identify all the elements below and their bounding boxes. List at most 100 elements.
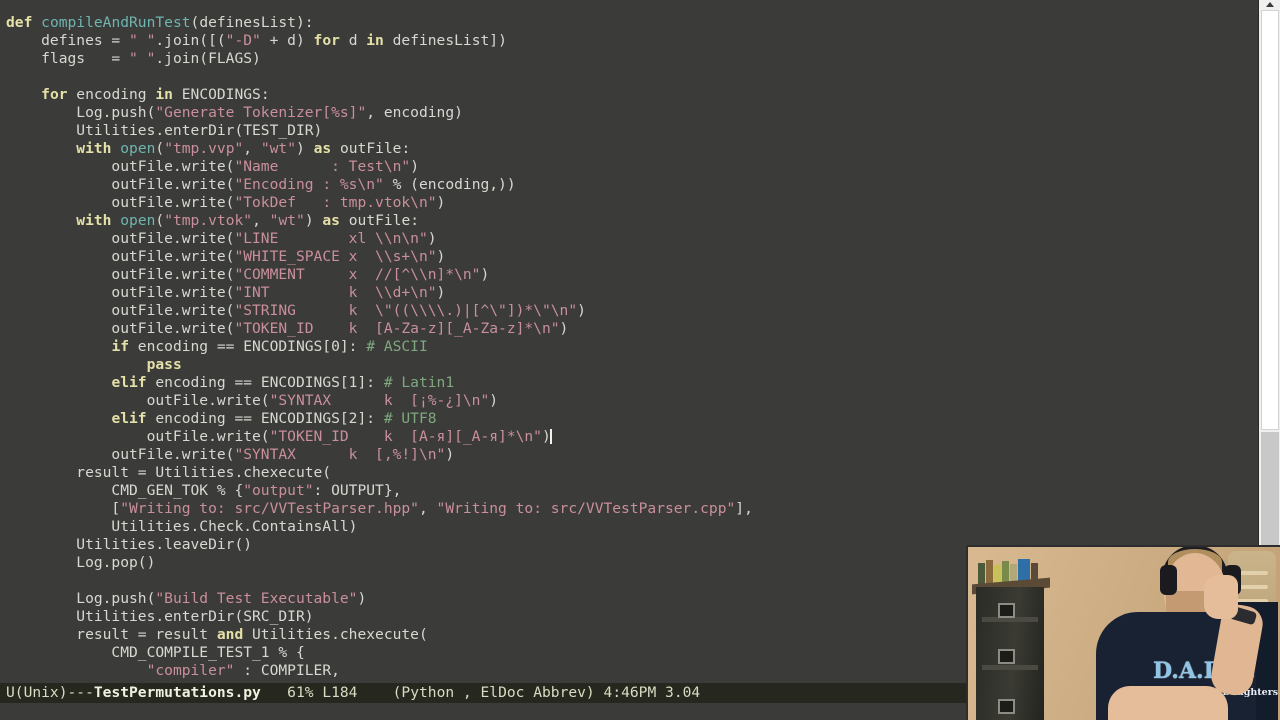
code-line[interactable]: outFile.write("WHITE_SPACE x \\s+\n")	[0, 248, 1258, 266]
code-line[interactable]: for encoding in ENCODINGS:	[0, 86, 1258, 104]
code-token-str: "wt"	[269, 212, 305, 229]
code-line[interactable]: defines = " ".join([("-D" + d) for d in …	[0, 32, 1258, 50]
code-line[interactable]: with open("tmp.vvp", "wt") as outFile:	[0, 140, 1258, 158]
code-token-pl: outFile.write(	[6, 392, 270, 409]
code-token-pl: : COMPILER,	[234, 662, 340, 679]
modeline-position-percent: 61%	[287, 684, 314, 701]
code-token-pl: encoding == ENCODINGS[1]:	[146, 374, 384, 391]
code-line[interactable]: outFile.write("TokDef : tmp.vtok\n")	[0, 194, 1258, 212]
code-token-fn: open	[120, 212, 156, 229]
code-token-kw: with	[76, 140, 112, 157]
emacs-window: def compileAndRunTest(definesList): defi…	[0, 0, 1280, 720]
code-line[interactable]: outFile.write("Name : Test\n")	[0, 158, 1258, 176]
code-token-kw: in	[366, 32, 384, 49]
modeline-spacer	[357, 684, 392, 701]
code-line[interactable]: CMD_GEN_TOK % {"output": OUTPUT},	[0, 482, 1258, 500]
scrollbar-thumb[interactable]	[1261, 10, 1279, 430]
code-line[interactable]: outFile.write("COMMENT x //[^\\n]*\n")	[0, 266, 1258, 284]
person-hand	[1204, 575, 1238, 619]
code-line[interactable]: outFile.write("INT k \\d+\n")	[0, 284, 1258, 302]
code-token-str: "TOKEN_ID k [A-Za-z][_A-Za-z]*\n"	[234, 320, 560, 337]
text-cursor	[549, 429, 552, 444]
code-token-pl: outFile.write(	[6, 428, 270, 445]
code-token-pl: outFile.write(	[6, 194, 235, 211]
code-line[interactable]: Utilities.enterDir(TEST_DIR)	[0, 122, 1258, 140]
code-token-pl: )	[357, 590, 367, 607]
code-line[interactable]: outFile.write("SYNTAX k [,%!]\n")	[0, 446, 1258, 464]
code-token-pl: ENCODINGS:	[172, 86, 270, 103]
code-line[interactable]: with open("tmp.vtok", "wt") as outFile:	[0, 212, 1258, 230]
person-forearm	[1108, 686, 1228, 720]
code-line[interactable]: outFile.write("SYNTAX k [¡%-¿]\n")	[0, 392, 1258, 410]
code-token-kw: elif	[111, 410, 147, 427]
code-token-kw: as	[322, 212, 340, 229]
code-token-pl: Log.push(	[6, 104, 156, 121]
code-token-pl: )	[427, 230, 437, 247]
code-token-kw: elif	[111, 374, 147, 391]
code-token-fn: compileAndRunTest	[41, 14, 191, 31]
code-token-cmt: # Latin1	[383, 374, 455, 391]
scroll-up-arrow-icon[interactable]	[1265, 2, 1274, 7]
code-token-str: "TOKEN_ID k [А-я][_А-я]*\n"	[269, 428, 542, 445]
code-line[interactable]: elif encoding == ENCODINGS[1]: # Latin1	[0, 374, 1258, 392]
code-token-pl: )	[436, 194, 446, 211]
code-token-str: "SYNTAX k [,%!]\n"	[234, 446, 446, 463]
code-token-pl: outFile.write(	[6, 176, 235, 193]
code-line[interactable]: ["Writing to: src/VVTestParser.hpp", "Wr…	[0, 500, 1258, 518]
code-line[interactable]: outFile.write("TOKEN_ID k [A-Za-z][_A-Za…	[0, 320, 1258, 338]
code-token-pl: )	[410, 158, 419, 175]
code-token-pl: outFile.write(	[6, 230, 235, 247]
code-token-pl: encoding == ENCODINGS[0]:	[129, 338, 367, 355]
code-token-str: "tmp.vtok"	[164, 212, 253, 229]
modeline-spacer	[595, 684, 604, 701]
code-line[interactable]: Log.push("Generate Tokenizer[%s]", encod…	[0, 104, 1258, 122]
code-line[interactable]	[0, 68, 1258, 86]
code-token-pl: (	[155, 140, 165, 157]
code-line[interactable]: flags = " ".join(FLAGS)	[0, 50, 1258, 68]
code-token-str: "INT k \\d+\n"	[234, 284, 437, 301]
code-token-kw: if	[111, 338, 130, 355]
code-token-str: "SYNTAX k [¡%-¿]\n"	[269, 392, 490, 409]
code-token-pl: outFile:	[331, 140, 411, 157]
code-line[interactable]: outFile.write("LINE xl \\n\n")	[0, 230, 1258, 248]
code-token-pl: : OUTPUT},	[313, 482, 402, 499]
code-token-str: "STRING k \"((\\\\.)|[^\"])*\"\n"	[234, 302, 578, 319]
modeline-spacer	[656, 684, 665, 701]
code-line[interactable]: outFile.write("STRING k \"((\\\\.)|[^\"]…	[0, 302, 1258, 320]
modeline-load-average: 3.04	[665, 684, 701, 701]
code-line[interactable]: outFile.write("TOKEN_ID k [А-я][_А-я]*\n…	[0, 428, 1258, 446]
code-token-pl: .join([(	[155, 32, 226, 49]
modeline-coding-system: U(Unix)---	[6, 684, 94, 701]
code-token-pl: )	[559, 320, 569, 337]
code-token-pl: CMD_GEN_TOK % {	[6, 482, 244, 499]
code-token-str: "Name : Test\n"	[234, 158, 411, 175]
code-line[interactable]: elif encoding == ENCODINGS[2]: # UTF8	[0, 410, 1258, 428]
code-line[interactable]: if encoding == ENCODINGS[0]: # ASCII	[0, 338, 1258, 356]
code-token-pl: defines =	[6, 32, 130, 49]
code-token-pl: )	[436, 284, 446, 301]
code-token-pl: ,	[252, 212, 270, 229]
code-token-pl: outFile.write(	[6, 284, 235, 301]
code-token-pl: (	[155, 212, 165, 229]
code-token-str: "compiler"	[146, 662, 235, 679]
code-token-str: "LINE xl \\n\n"	[234, 230, 428, 247]
code-token-str: " "	[129, 50, 156, 67]
code-line[interactable]: result = Utilities.chexecute(	[0, 464, 1258, 482]
code-line[interactable]: def compileAndRunTest(definesList):	[0, 14, 1258, 32]
code-token-str: "-D"	[225, 32, 261, 49]
code-token-str: "Encoding : %s\n"	[234, 176, 384, 193]
code-token-kw: and	[216, 626, 244, 643]
code-line[interactable]: pass	[0, 356, 1258, 374]
code-line[interactable]: Utilities.Check.ContainsAll)	[0, 518, 1258, 536]
code-token-pl: outFile.write(	[6, 266, 235, 283]
code-line[interactable]: outFile.write("Encoding : %s\n" % (encod…	[0, 176, 1258, 194]
code-token-pl: )	[445, 446, 455, 463]
code-token-pl: Utilities.leaveDir()	[6, 536, 253, 553]
modeline-spacer	[314, 684, 323, 701]
code-token-pl: definesList])	[383, 32, 507, 49]
code-token-pl: Utilities.Check.ContainsAll)	[6, 518, 358, 535]
code-token-pl: flags =	[6, 50, 130, 67]
code-token-pl: (definesList):	[190, 14, 314, 31]
